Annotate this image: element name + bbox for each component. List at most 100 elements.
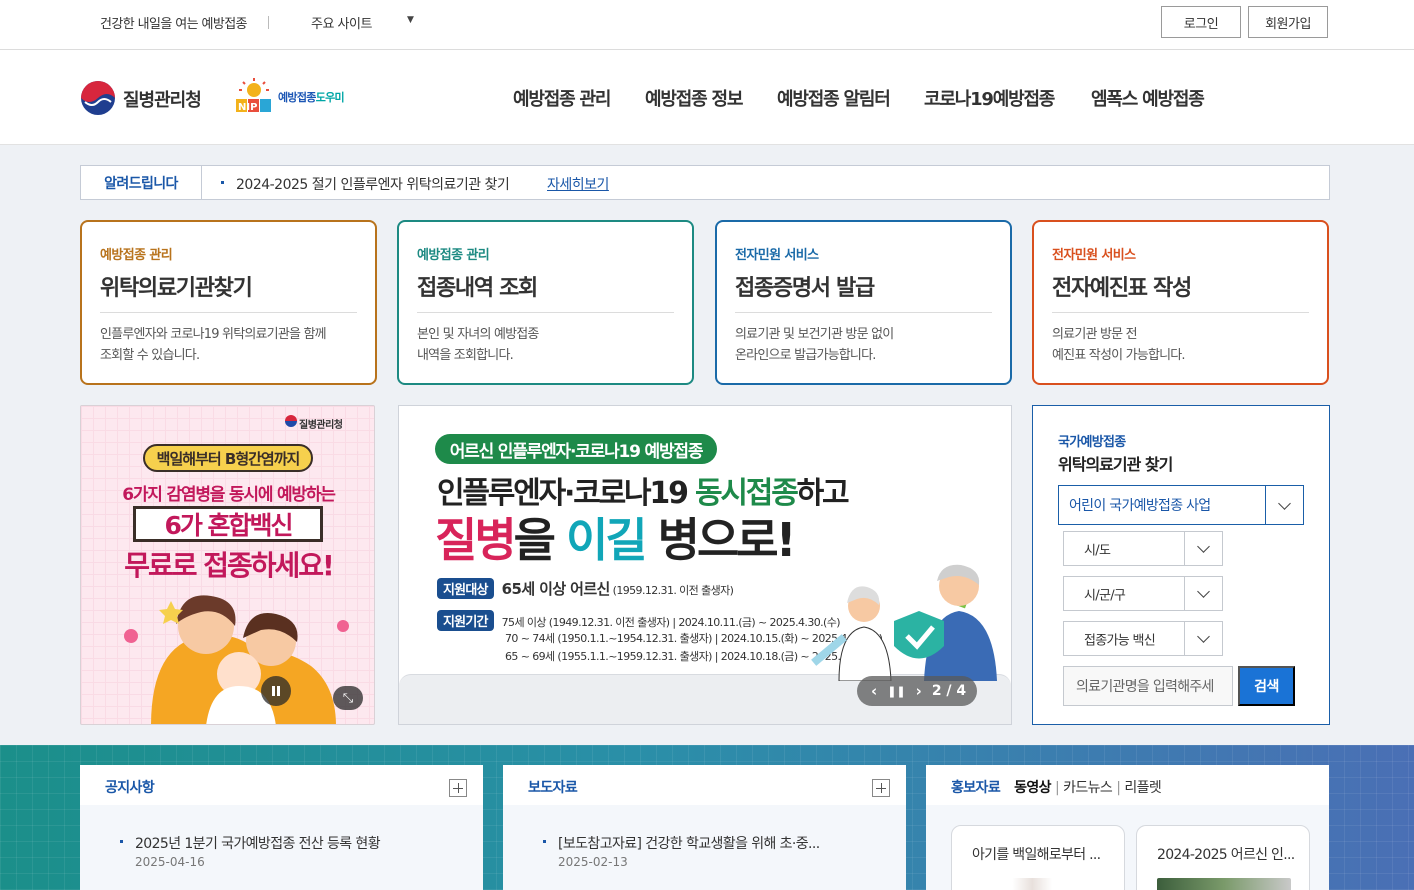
promo-pause-button[interactable] [261,676,291,706]
tab-leaflet[interactable]: 리플렛 [1124,780,1161,796]
headline-part: 하고 [796,476,850,511]
slide-badge: 어르신 인플루엔자·코로나19 예방접종 [435,434,717,464]
utility-bar: 건강한 내일을 여는 예방접종 주요 사이트 ▼ 로그인 회원가입 [0,0,1414,50]
pause-icon[interactable]: ❚❚ [887,685,905,698]
vaccine-select-value: 접종가능 백신 [1084,633,1156,648]
join-button[interactable]: 회원가입 [1248,6,1328,38]
divider [268,16,269,29]
card-title: 접종증명서 발급 [735,276,875,301]
institution-search-panel: 국가예방접종 위탁의료기관 찾기 어린이 국가예방접종 사업 시/도 시/군/구… [1032,405,1330,725]
video-thumbnail [1157,878,1291,890]
slogan: 건강한 내일을 여는 예방접종 [100,17,248,32]
promo-tabs: 홍보자료 동영상 | 카드뉴스 | 리플렛 [951,777,1162,797]
nip-name-main: 예방접종 [278,91,316,104]
seniors-illustration-icon [811,564,997,681]
search-category: 국가예방접종 [1058,435,1126,450]
vaccine-select[interactable]: 접종가능 백신 [1063,621,1223,656]
board-title[interactable]: 보도자료 [528,777,578,797]
search-button[interactable]: 검색 [1238,666,1295,706]
card-description: 본인 및 자녀의 예방접종내역을 조회합니다. [417,324,539,366]
card-desc-line: 온라인으로 발급가능합니다. [735,348,876,363]
sido-select[interactable]: 시/도 [1063,531,1223,566]
nav-covid19-vaccination[interactable]: 코로나19예방접종 [924,85,1055,111]
board-item[interactable]: 2025년 1분기 국가예방접종 전산 등록 현황 [135,833,381,853]
chevron-down-icon [1184,532,1222,565]
announcement-text[interactable]: 2024-2025 절기 인플루엔자 위탁의료기관 찾기 [236,174,510,194]
board-item[interactable]: [보도참고자료] 건강한 학교생활을 위해 초·중... [558,833,820,853]
sigungu-select-value: 시/군/구 [1084,588,1126,603]
target-label: 지원대상 [437,578,494,599]
card-e-questionnaire[interactable]: 전자민원 서비스 전자예진표 작성 의료기관 방문 전 예진표 작성이 가능합니다… [1032,220,1329,385]
more-plus-icon[interactable] [449,779,467,797]
nip-name[interactable]: 예방접종도우미 [278,89,345,105]
card-desc-line: 내역을 조회합니다. [417,348,514,363]
slide-headline2: 질병을 이길 병으로! [435,504,797,570]
card-certificate-issue[interactable]: 전자민원 서비스 접종증명서 발급 의료기관 및 보건기관 방문 없이온라인으로… [715,220,1012,385]
board-title[interactable]: 공지사항 [105,777,155,797]
card-description: 의료기관 방문 전 예진표 작성이 가능합니다. [1052,324,1186,366]
sido-select-value: 시/도 [1084,543,1111,558]
card-title: 전자예진표 작성 [1052,276,1192,301]
promo-line1: 6가지 감염병을 동시에 예방하는 [122,485,336,505]
site-header: 질병관리청 NIP 예방접종도우미 예방접종 관리 예방접종 정보 예방접종 알… [0,50,1414,145]
program-select-value: 어린이 국가예방접종 사업 [1069,498,1211,514]
divider: | [1116,780,1121,796]
card-category: 전자민원 서비스 [735,248,819,263]
nav-mpox-vaccination[interactable]: 엠폭스 예방접종 [1091,85,1205,111]
next-icon[interactable]: › [916,682,922,700]
card-category: 예방접종 관리 [100,248,173,263]
video-thumbnail [972,878,1106,890]
tab-video[interactable]: 동영상 [1014,780,1051,796]
bullet-icon [543,840,546,843]
target-note: (1959.12.31. 이전 출생자) [612,584,734,597]
tab-cardnews[interactable]: 카드뉴스 [1063,780,1113,796]
prev-icon[interactable]: ‹ [871,682,877,700]
nav-vaccination-management[interactable]: 예방접종 관리 [513,85,611,111]
announcement-label: 알려드립니다 [81,166,202,199]
sigungu-select[interactable]: 시/군/구 [1063,576,1223,611]
video-card[interactable]: 2024-2025 어르신 인... [1136,825,1310,890]
card-desc-line: 의료기관 방문 전 [1052,327,1138,342]
card-desc-line: 본인 및 자녀의 예방접종 [417,327,539,342]
headline-part: 을 [513,513,566,567]
bullet-icon [221,181,224,184]
promo-zoom-button[interactable]: ⤡ [333,686,363,710]
announcement-more-link[interactable]: 자세히보기 [547,174,609,194]
board-item-date: 2025-02-13 [558,855,628,869]
target-text: 65세 이상 어르신 [501,580,611,598]
main-slider[interactable]: 어르신 인플루엔자·코로나19 예방접종 인플루엔자·코로나19 동시접종하고 … [398,405,1012,725]
board-header: 보도자료 [503,765,906,805]
announcement-bar: 알려드립니다 2024-2025 절기 인플루엔자 위탁의료기관 찾기 자세히보… [80,165,1330,200]
login-button[interactable]: 로그인 [1161,6,1241,38]
video-card[interactable]: 아기를 백일해로부터 ... [951,825,1125,890]
period-label: 지원기간 [437,610,494,631]
slider-controls: ‹ ❚❚ › 2 / 4 [857,676,977,706]
promo-board: 홍보자료 동영상 | 카드뉴스 | 리플렛 아기를 백일해로부터 ... 2024-202… [926,765,1329,890]
more-plus-icon[interactable] [872,779,890,797]
nav-vaccination-info[interactable]: 예방접종 정보 [645,85,743,111]
card-desc-line: 인플루엔자와 코로나19 위탁의료기관을 함께 [100,327,327,342]
org-name[interactable]: 질병관리청 [123,86,202,112]
nip-logo-icon[interactable]: NIP [233,78,275,114]
program-select[interactable]: 어린이 국가예방접종 사업 [1058,485,1304,525]
nav-vaccination-notice[interactable]: 예방접종 알림터 [777,85,891,111]
card-vaccination-history[interactable]: 예방접종 관리 접종내역 조회 본인 및 자녀의 예방접종 내역을 조회합니다. [397,220,694,385]
board-header: 공지사항 [80,765,483,805]
promo-banner[interactable]: 질병관리청 백일해부터 B형간염까지 6가지 감염병을 동시에 예방하는 6가 … [80,405,375,725]
major-sites-dropdown[interactable]: 주요 사이트 ▼ [311,13,421,32]
caret-down-icon: ▼ [407,15,414,25]
institution-name-input[interactable]: 의료기관명을 입력해주세 [1063,666,1233,706]
search-title: 위탁의료기관 찾기 [1058,455,1173,474]
video-title: 2024-2025 어르신 인... [1157,847,1295,863]
card-description: 인플루엔자와 코로나19 위탁의료기관을 함께 조회할 수 있습니다. [100,324,327,366]
divider [1052,312,1309,313]
card-find-institution[interactable]: 예방접종 관리 위탁의료기관찾기 인플루엔자와 코로나19 위탁의료기관을 함께… [80,220,377,385]
card-desc-line: 의료기관 및 보건기관 방문 없이 [735,327,894,342]
card-category: 전자민원 서비스 [1052,248,1136,263]
family-illustration-icon [124,595,349,724]
headline-part: 병으로! [644,513,797,567]
kdca-logo-icon[interactable] [80,80,116,116]
card-title: 접종내역 조회 [417,276,538,301]
card-title: 위탁의료기관찾기 [100,276,253,301]
board-title: 홍보자료 [951,780,1001,796]
